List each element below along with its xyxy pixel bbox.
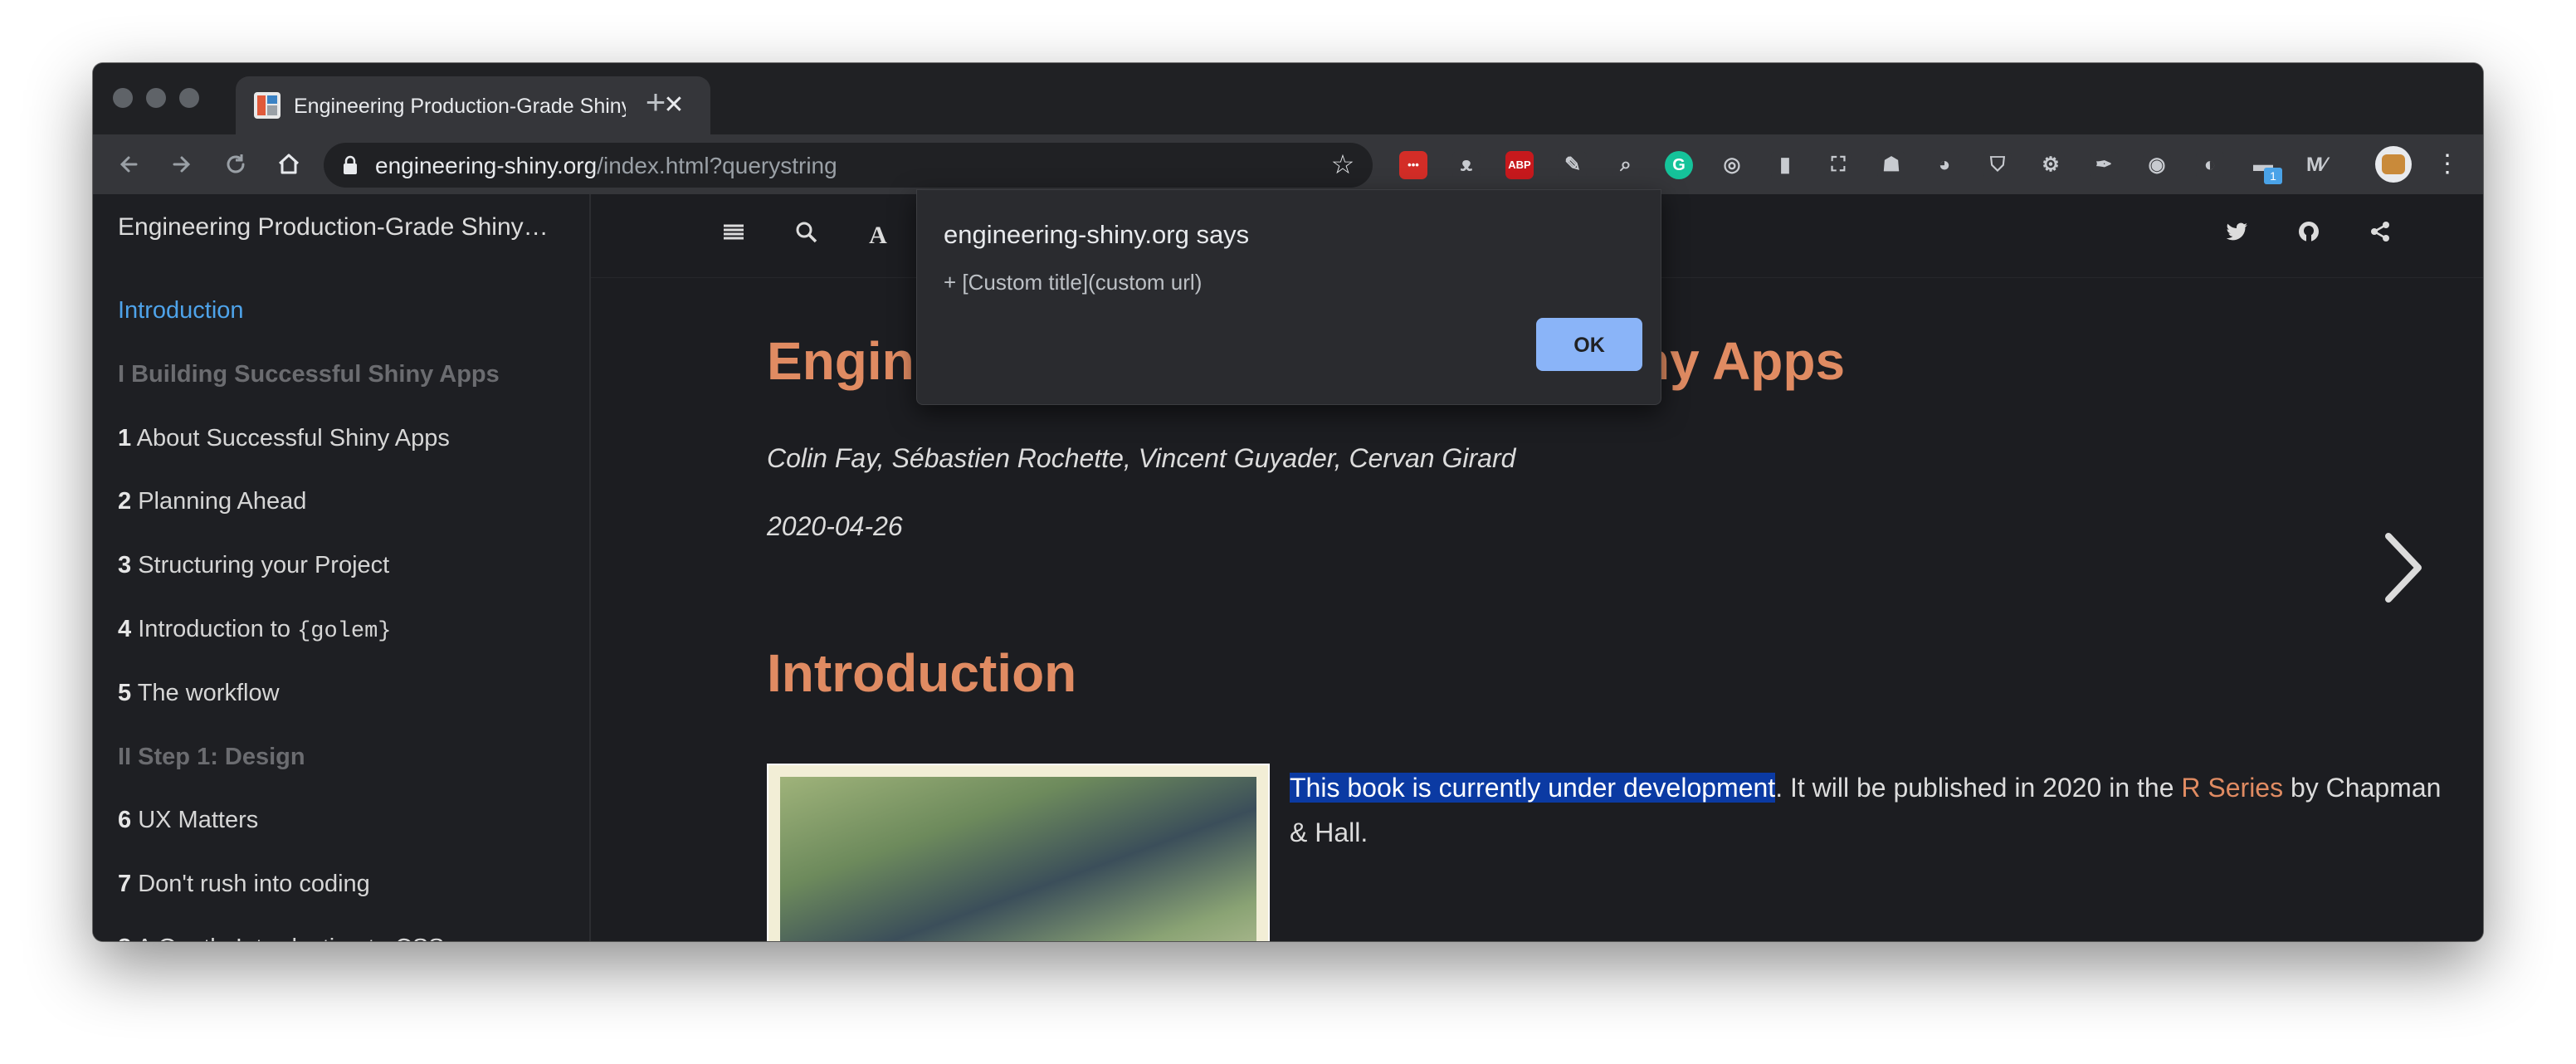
home-icon — [278, 154, 300, 174]
sidebar-item-number: 5 — [118, 680, 132, 706]
book-sidebar: Engineering Production-Grade Shiny… Intr… — [93, 194, 591, 941]
tab-strip: Engineering Production-Grade Shiny Apps … — [93, 63, 2483, 134]
bookmark-star-icon[interactable]: ☆ — [1328, 149, 1358, 179]
grammarly-extension-icon[interactable]: G — [1665, 151, 1693, 179]
sidebar-item-code: {golem} — [297, 619, 392, 644]
mv-extension-icon[interactable]: M⁄ — [2302, 151, 2330, 179]
forward-button[interactable] — [163, 146, 199, 183]
sidebar-item-label: Don't rush into coding — [138, 871, 370, 897]
site-favicon-icon — [254, 92, 281, 119]
share-icon[interactable] — [2364, 219, 2397, 252]
octo-extension-icon[interactable]: ◕ — [1930, 151, 1959, 179]
sidebar-item-label: The workflow — [137, 680, 280, 706]
lock-icon — [344, 155, 357, 174]
sidebar-item-number: 6 — [118, 807, 132, 833]
r-series-link[interactable]: R Series — [2181, 773, 2283, 803]
sidebar-item-label: About Successful Shiny Apps — [136, 425, 450, 451]
lastpass-extension-icon[interactable]: ••• — [1399, 151, 1427, 179]
sidebar-book-title[interactable]: Engineering Production-Grade Shiny… — [118, 212, 574, 242]
sidebar-item[interactable]: 3 Structuring your Project — [118, 550, 389, 580]
feather-extension-icon[interactable]: ✒ — [2090, 151, 2118, 179]
profile-avatar[interactable] — [2375, 146, 2412, 183]
sidebar-item[interactable]: 1 About Successful Shiny Apps — [118, 423, 450, 453]
sidebar-item-label: Introduction to — [138, 616, 290, 642]
new-tab-button[interactable]: + — [637, 85, 674, 121]
sidebar-item-number: 1 — [118, 425, 132, 451]
sidebar-item-label: A Gentle Introduction to CSS — [137, 935, 445, 941]
close-window-button[interactable] — [113, 88, 133, 108]
sidebar-item[interactable]: Introduction — [118, 295, 244, 325]
github-icon[interactable] — [2292, 219, 2325, 252]
sidebar-item[interactable]: 5 The workflow — [118, 678, 280, 708]
home-button[interactable] — [271, 146, 307, 183]
dialog-title: engineering-shiny.org says — [944, 220, 1250, 249]
selected-text: This book is currently under development — [1290, 773, 1776, 803]
forward-arrow-icon — [173, 156, 191, 173]
alert-dialog: engineering-shiny.org says + [Custom tit… — [916, 189, 1661, 405]
sidebar-item-label: Planning Ahead — [138, 488, 307, 515]
sidebar-item-label: Introduction — [118, 297, 244, 324]
search-icon[interactable] — [790, 219, 823, 252]
sidebar-item[interactable]: 8 A Gentle Introduction to CSS — [118, 933, 444, 941]
owl-extension-icon[interactable]: ᴥ — [1452, 151, 1481, 179]
minimize-window-button[interactable] — [146, 88, 166, 108]
reload-button[interactable] — [217, 146, 254, 183]
back-arrow-icon — [120, 156, 138, 173]
sidebar-item-label: Structuring your Project — [138, 552, 390, 578]
magnifier-extension-icon[interactable]: ⌕ — [1612, 151, 1640, 179]
back-button[interactable] — [111, 146, 148, 183]
font-settings-icon[interactable]: A — [861, 219, 895, 252]
github-cat-extension-icon[interactable]: ☗ — [1877, 151, 1905, 179]
browser-window: Engineering Production-Grade Shiny Apps … — [93, 63, 2483, 941]
sidebar-item[interactable]: 6 UX Matters — [118, 805, 258, 835]
sidebar-item: II Step 1: Design — [118, 742, 305, 772]
book-extension-icon[interactable]: ▮ — [1771, 151, 1799, 179]
sidebar-item: I Building Successful Shiny Apps — [118, 359, 500, 389]
sidebar-item-number: 7 — [118, 871, 132, 897]
sidebar-item-number: 8 — [118, 935, 131, 941]
sidebar-item-label: II Step 1: Design — [118, 744, 305, 770]
next-page-arrow-icon[interactable] — [2378, 526, 2428, 609]
tab-title: Engineering Production-Grade Shiny Apps — [294, 95, 626, 118]
sidebar-item-label: I Building Successful Shiny Apps — [118, 361, 500, 388]
sidebar-item[interactable]: 4 Introduction to {golem} — [118, 614, 391, 647]
drop-extension-icon[interactable]: ◐ — [2196, 151, 2224, 179]
eyedropper-extension-icon[interactable]: ✎ — [1559, 151, 1587, 179]
sidebar-item-label: UX Matters — [138, 807, 259, 833]
spiral-extension-icon[interactable]: ◎ — [1718, 151, 1746, 179]
sidebar-item-number: 2 — [118, 488, 132, 515]
dialog-ok-button[interactable]: OK — [1536, 318, 1642, 371]
book-authors: Colin Fay, Sébastien Rochette, Vincent G… — [767, 443, 1516, 473]
url-host: engineering-shiny.org — [375, 153, 598, 178]
shield-extension-icon[interactable]: ⛉ — [1983, 151, 2012, 179]
gear-extension-icon[interactable]: ⚙ — [2037, 151, 2065, 179]
address-bar[interactable]: engineering-shiny.org/index.html?queryst… — [324, 143, 1373, 188]
sidebar-item-number: 3 — [118, 552, 132, 578]
sidebar-item[interactable]: 2 Planning Ahead — [118, 486, 306, 516]
dialog-message: + [Custom title](custom url) — [944, 270, 1203, 295]
browser-menu-icon[interactable]: ⋮ — [2435, 149, 2460, 179]
browser-toolbar: engineering-shiny.org/index.html?queryst… — [93, 134, 2483, 194]
adblock-plus-extension-icon[interactable]: ABP — [1505, 151, 1534, 179]
twitter-icon[interactable] — [2221, 219, 2254, 252]
sidebar-item[interactable]: 7 Don't rush into coding — [118, 869, 370, 899]
url-text: engineering-shiny.org/index.html?queryst… — [375, 154, 837, 178]
section-heading: Introduction — [767, 643, 1077, 703]
folder-badge: 1 — [2264, 168, 2282, 184]
zoom-window-button[interactable] — [179, 88, 199, 108]
toggle-sidebar-icon[interactable] — [717, 219, 750, 252]
book-cover-image — [767, 764, 1270, 941]
reload-icon — [227, 154, 245, 173]
intro-paragraph: This book is currently under development… — [1290, 765, 2452, 855]
screenshot-extension-icon[interactable]: ⛶ — [1824, 151, 1852, 179]
url-path: /index.html?querystring — [597, 153, 837, 178]
paragraph-text: . It will be published in 2020 in the — [1775, 773, 2182, 803]
chrome-extension-icon[interactable]: ◉ — [2143, 151, 2171, 179]
book-date: 2020-04-26 — [767, 511, 903, 541]
sidebar-item-number: 4 — [118, 616, 132, 642]
